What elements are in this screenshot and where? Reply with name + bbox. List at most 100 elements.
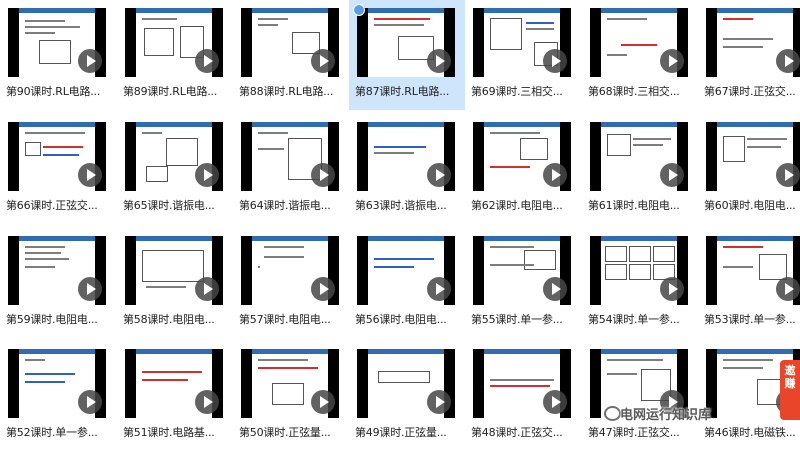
video-tile[interactable]: 第64课时.谐振电...	[233, 114, 349, 224]
play-icon[interactable]	[427, 277, 451, 301]
video-thumbnail[interactable]	[357, 349, 455, 418]
play-icon[interactable]	[660, 163, 684, 187]
video-tile[interactable]: 第66课时.正弦交...	[0, 114, 116, 224]
play-icon[interactable]	[78, 390, 102, 414]
play-icon[interactable]	[195, 163, 219, 187]
video-tile[interactable]: 第56课时.电阻电...	[349, 228, 465, 338]
video-thumbnail[interactable]	[706, 8, 800, 77]
video-title: 第87课时.RL电路...	[355, 85, 450, 98]
video-thumbnail[interactable]	[125, 122, 223, 191]
video-thumbnail[interactable]	[241, 236, 339, 305]
video-title: 第56课时.电阻电...	[355, 313, 447, 326]
video-thumbnail[interactable]	[8, 8, 106, 77]
play-icon[interactable]	[776, 163, 800, 187]
video-tile[interactable]: 第57课时.电阻电...	[233, 228, 349, 338]
video-title: 第53课时.单一参...	[704, 313, 796, 326]
video-thumbnail[interactable]	[473, 122, 571, 191]
video-tile[interactable]: 第90课时.RL电路...	[0, 0, 116, 110]
video-thumbnail[interactable]	[706, 122, 800, 191]
video-title: 第69课时.三相交...	[471, 85, 563, 98]
video-thumbnail[interactable]	[8, 122, 106, 191]
play-icon[interactable]	[311, 163, 335, 187]
video-title: 第49课时.正弦量...	[355, 426, 447, 439]
video-thumbnail[interactable]	[125, 8, 223, 77]
video-thumbnail[interactable]	[357, 8, 455, 77]
play-icon[interactable]	[660, 49, 684, 73]
video-title: 第68课时.三相交...	[588, 85, 680, 98]
video-thumbnail[interactable]	[8, 236, 106, 305]
video-tile[interactable]: 第52课时.单一参...	[0, 341, 116, 451]
video-title: 第66课时.正弦交...	[6, 199, 98, 212]
video-thumbnail[interactable]	[590, 236, 688, 305]
play-icon[interactable]	[78, 163, 102, 187]
video-thumbnail[interactable]	[357, 236, 455, 305]
video-tile[interactable]: 第53课时.单一参...	[698, 228, 800, 338]
video-thumbnail[interactable]	[473, 236, 571, 305]
video-tile[interactable]: 第47课时.正弦交...	[582, 341, 698, 451]
video-title: 第54课时.单一参...	[588, 313, 680, 326]
play-icon[interactable]	[311, 277, 335, 301]
play-icon[interactable]	[311, 390, 335, 414]
video-tile[interactable]: 第65课时.谐振电...	[117, 114, 233, 224]
play-icon[interactable]	[543, 49, 567, 73]
video-thumbnail[interactable]	[125, 236, 223, 305]
video-title: 第64课时.谐振电...	[239, 199, 331, 212]
play-icon[interactable]	[195, 390, 219, 414]
video-tile[interactable]: 第88课时.RL电路...	[233, 0, 349, 110]
video-title: 第60课时.电阻电...	[704, 199, 796, 212]
video-thumbnail[interactable]	[473, 349, 571, 418]
video-title: 第62课时.电阻电...	[471, 199, 563, 212]
video-tile[interactable]: 第89课时.RL电路...	[117, 0, 233, 110]
play-icon[interactable]	[427, 49, 451, 73]
video-thumbnail[interactable]	[473, 8, 571, 77]
video-tile[interactable]: 第55课时.单一参...	[465, 228, 581, 338]
video-tile[interactable]: 第51课时.电路基...	[117, 341, 233, 451]
video-grid: 第90课时.RL电路... 第89课时.RL电路... 第88课时.RL电路... 第…	[0, 0, 800, 447]
play-icon[interactable]	[660, 277, 684, 301]
video-title: 第90课时.RL电路...	[6, 85, 101, 98]
selection-check-icon[interactable]	[353, 4, 365, 16]
play-icon[interactable]	[311, 49, 335, 73]
play-icon[interactable]	[543, 390, 567, 414]
video-thumbnail[interactable]	[357, 122, 455, 191]
video-tile[interactable]: 第61课时.电阻电...	[582, 114, 698, 224]
video-tile[interactable]: 第49课时.正弦量...	[349, 341, 465, 451]
video-tile[interactable]: 第63课时.谐振电...	[349, 114, 465, 224]
video-title: 第59课时.电阻电...	[6, 313, 98, 326]
video-thumbnail[interactable]	[241, 8, 339, 77]
play-icon[interactable]	[78, 277, 102, 301]
video-thumbnail[interactable]	[8, 349, 106, 418]
video-tile[interactable]: 第67课时.正弦交...	[698, 0, 800, 110]
video-tile[interactable]: 第58课时.电阻电...	[117, 228, 233, 338]
play-icon[interactable]	[776, 49, 800, 73]
play-icon[interactable]	[195, 277, 219, 301]
video-title: 第67课时.正弦交...	[704, 85, 796, 98]
video-title: 第63课时.谐振电...	[355, 199, 447, 212]
play-icon[interactable]	[78, 49, 102, 73]
side-badge[interactable]: 邀赚	[780, 360, 800, 420]
video-tile[interactable]: 第54课时.单一参...	[582, 228, 698, 338]
video-thumbnail[interactable]	[706, 236, 800, 305]
video-tile[interactable]: 第87课时.RL电路...	[349, 0, 465, 110]
video-tile[interactable]: 第68课时.三相交...	[582, 0, 698, 110]
video-thumbnail[interactable]	[241, 349, 339, 418]
play-icon[interactable]	[543, 163, 567, 187]
play-icon[interactable]	[543, 277, 567, 301]
video-tile[interactable]: 第60课时.电阻电...	[698, 114, 800, 224]
video-thumbnail[interactable]	[590, 122, 688, 191]
play-icon[interactable]	[776, 277, 800, 301]
video-thumbnail[interactable]	[125, 349, 223, 418]
video-title: 第46课时.电磁铁...	[704, 426, 796, 439]
video-tile[interactable]: 第48课时.正弦交...	[465, 341, 581, 451]
video-tile[interactable]: 第50课时.正弦量...	[233, 341, 349, 451]
video-thumbnail[interactable]	[241, 122, 339, 191]
video-thumbnail[interactable]	[590, 8, 688, 77]
play-icon[interactable]	[427, 390, 451, 414]
video-tile[interactable]: 第69课时.三相交...	[465, 0, 581, 110]
video-tile[interactable]: 第59课时.电阻电...	[0, 228, 116, 338]
video-title: 第88课时.RL电路...	[239, 85, 334, 98]
play-icon[interactable]	[427, 163, 451, 187]
video-tile[interactable]: 第62课时.电阻电...	[465, 114, 581, 224]
play-icon[interactable]	[195, 49, 219, 73]
video-title: 第48课时.正弦交...	[471, 426, 563, 439]
